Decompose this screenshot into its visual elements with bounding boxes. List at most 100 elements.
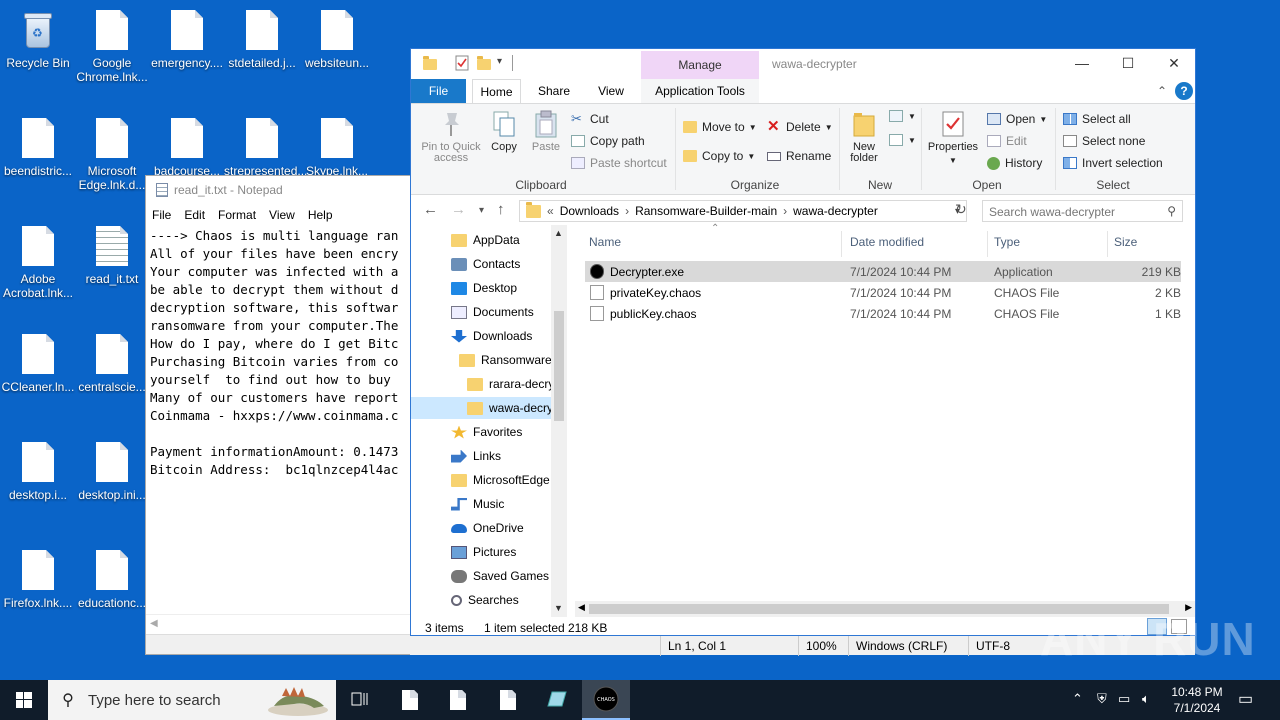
nav-scrollbar[interactable]: ▲ ▼ [551, 225, 567, 617]
address-bar[interactable]: « Downloads › Ransomware-Builder-main › wawa… [519, 200, 967, 222]
file-row[interactable]: publicKey.chaos 7/1/2024 10:44 PM CHAOS Fi… [585, 303, 1181, 324]
notepad-titlebar[interactable]: read_it.txt - Notepad [146, 176, 424, 204]
copy-path-button[interactable]: Copy path [571, 134, 645, 148]
properties-button[interactable]: Properties ▼ [925, 110, 981, 166]
taskbar-file-icon[interactable] [434, 680, 482, 720]
close-button[interactable]: ✕ [1151, 49, 1197, 79]
scroll-left-icon[interactable]: ◀ [150, 618, 158, 629]
clock[interactable]: 10:48 PM 7/1/2024 [1166, 684, 1228, 716]
desktop-icon[interactable]: CCleaner.ln... [0, 334, 76, 394]
nav-item-favorites[interactable]: Favorites [411, 421, 551, 443]
back-button[interactable]: ← [423, 201, 438, 218]
explorer-window[interactable]: ▾ Manage wawa-decrypter — ☐ ✕ File Home … [410, 48, 1196, 636]
desktop-icon[interactable]: Adobe Acrobat.lnk... [0, 226, 76, 300]
explorer-titlebar[interactable]: ▾ Manage wawa-decrypter — ☐ ✕ [411, 49, 1195, 79]
nav-item-documents[interactable]: Documents [411, 301, 551, 323]
new-item-button[interactable]: ▼ [889, 110, 916, 122]
column-header-date[interactable]: Date modified [850, 225, 924, 259]
rename-button[interactable]: Rename [767, 149, 831, 163]
customize-quick-access-icon[interactable]: ▾ [497, 56, 502, 67]
invert-selection-button[interactable]: Invert selection [1063, 156, 1163, 170]
notifications-icon[interactable]: ▭ [1238, 689, 1253, 709]
nav-item-music[interactable]: Music [411, 493, 551, 515]
tab-view[interactable]: View [587, 79, 635, 103]
select-none-button[interactable]: Select none [1063, 134, 1145, 148]
desktop-icon[interactable]: strepresented... [224, 118, 307, 178]
nav-item-desktop[interactable]: Desktop [411, 277, 551, 299]
task-view-button[interactable] [336, 680, 384, 720]
overflow-chevron-icon[interactable]: « [547, 204, 554, 218]
desktop-icon[interactable]: badcourse... [149, 118, 225, 178]
cut-button[interactable]: ✂ Cut [571, 112, 609, 126]
search-input[interactable]: Search wawa-decrypter ⚲ [982, 200, 1183, 222]
desktop-icon[interactable]: Skype.lnk... [299, 118, 375, 178]
move-to-button[interactable]: Move to ▼ [683, 120, 757, 134]
nav-item-appdata[interactable]: AppData [411, 229, 551, 251]
notepad-menu-help[interactable]: Help [308, 208, 333, 222]
navigation-pane[interactable]: Searches Saved Games Pictures OneDrive Music… [411, 225, 567, 617]
taskbar-file-icon[interactable] [484, 680, 532, 720]
taskbar-search-box[interactable]: ⚲ Type here to search [48, 680, 336, 720]
tab-manage[interactable]: Manage [641, 51, 759, 79]
nav-scroll-thumb[interactable] [554, 311, 564, 421]
breadcrumb-item[interactable]: Downloads [560, 204, 619, 218]
select-all-button[interactable]: Select all [1063, 112, 1131, 126]
paste-shortcut-button[interactable]: Paste shortcut [571, 156, 667, 170]
tab-application-tools[interactable]: Application Tools [641, 79, 759, 103]
desktop-icon[interactable]: read_it.txt [74, 226, 150, 286]
easy-access-button[interactable]: ▼ [889, 134, 916, 146]
nav-item-wawa-decry[interactable]: wawa-decry [411, 397, 551, 419]
minimize-button[interactable]: — [1059, 49, 1105, 79]
show-hidden-icons-icon[interactable]: ⌃ [1072, 691, 1083, 707]
notepad-menu-file[interactable]: File [152, 208, 171, 222]
notepad-menu-view[interactable]: View [269, 208, 295, 222]
column-header-name[interactable]: Name [589, 225, 621, 259]
up-button[interactable]: ↑ [497, 201, 505, 218]
notepad-window[interactable]: read_it.txt - Notepad File Edit Format View… [145, 175, 425, 655]
nav-item-ransomware[interactable]: Ransomware- [411, 349, 551, 371]
nav-item-pictures[interactable]: Pictures [411, 541, 551, 563]
file-row[interactable]: privateKey.chaos 7/1/2024 10:44 PM CHAOS F… [585, 282, 1181, 303]
desktop-icon[interactable]: educationc... [74, 550, 150, 610]
security-icon[interactable]: ⛨ [1097, 691, 1107, 707]
notepad-horizontal-scrollbar[interactable]: ◀ [146, 614, 424, 634]
desktop-icon[interactable]: Microsoft Edge.lnk.d... [74, 118, 150, 192]
history-button[interactable]: History [987, 156, 1042, 170]
copy-to-button[interactable]: Copy to ▼ [683, 149, 755, 163]
desktop-icon[interactable]: desktop.ini... [74, 442, 150, 502]
desktop-icon[interactable]: stdetailed.j... [224, 10, 300, 70]
collapse-ribbon-icon[interactable]: ⌃ [1155, 79, 1169, 103]
edit-button[interactable]: Edit [987, 134, 1027, 148]
desktop-icon[interactable]: centralscie... [74, 334, 150, 394]
breadcrumb-chevron-icon[interactable]: › [783, 204, 787, 218]
taskbar-decrypter-icon[interactable]: CHAOS [582, 680, 630, 720]
start-button[interactable] [0, 680, 48, 720]
nav-item-contacts[interactable]: Contacts [411, 253, 551, 275]
paste-button[interactable]: Paste [529, 110, 563, 153]
refresh-icon[interactable]: ↻ [955, 201, 967, 218]
new-folder-button[interactable]: New folder [843, 110, 885, 164]
scroll-up-icon[interactable]: ▲ [554, 228, 563, 238]
new-folder-quick-icon[interactable] [477, 56, 491, 70]
breadcrumb-item[interactable]: Ransomware-Builder-main [635, 204, 777, 218]
nav-item-rarara-decry[interactable]: rarara-decry [411, 373, 551, 395]
file-list[interactable]: ⌃ Name Date modified Type Size Decrypter… [571, 223, 1195, 617]
volume-icon[interactable]: 🔈︎ [1142, 691, 1150, 707]
scroll-left-icon[interactable]: ◀ [578, 602, 585, 613]
properties-quick-icon[interactable] [455, 55, 469, 74]
file-row[interactable]: Decrypter.exe 7/1/2024 10:44 PM Applicatio… [585, 261, 1181, 282]
nav-item-onedrive[interactable]: OneDrive [411, 517, 551, 539]
desktop-icon[interactable]: ♻ Recycle Bin [0, 10, 76, 70]
desktop-icon[interactable]: websiteun... [299, 10, 375, 70]
column-header-size[interactable]: Size [1114, 225, 1137, 259]
notepad-menu-edit[interactable]: Edit [184, 208, 205, 222]
desktop-icon[interactable]: Google Chrome.lnk... [74, 10, 150, 84]
maximize-button[interactable]: ☐ [1105, 49, 1151, 79]
desktop-icon[interactable]: desktop.i... [0, 442, 76, 502]
open-button[interactable]: Open ▼ [987, 112, 1047, 126]
notepad-menu-format[interactable]: Format [218, 208, 256, 222]
nav-item-searches[interactable]: Searches [411, 589, 551, 611]
delete-button[interactable]: ✕ Delete ▼ [767, 119, 833, 134]
help-icon[interactable]: ? [1175, 82, 1193, 100]
tab-home[interactable]: Home [472, 79, 521, 103]
